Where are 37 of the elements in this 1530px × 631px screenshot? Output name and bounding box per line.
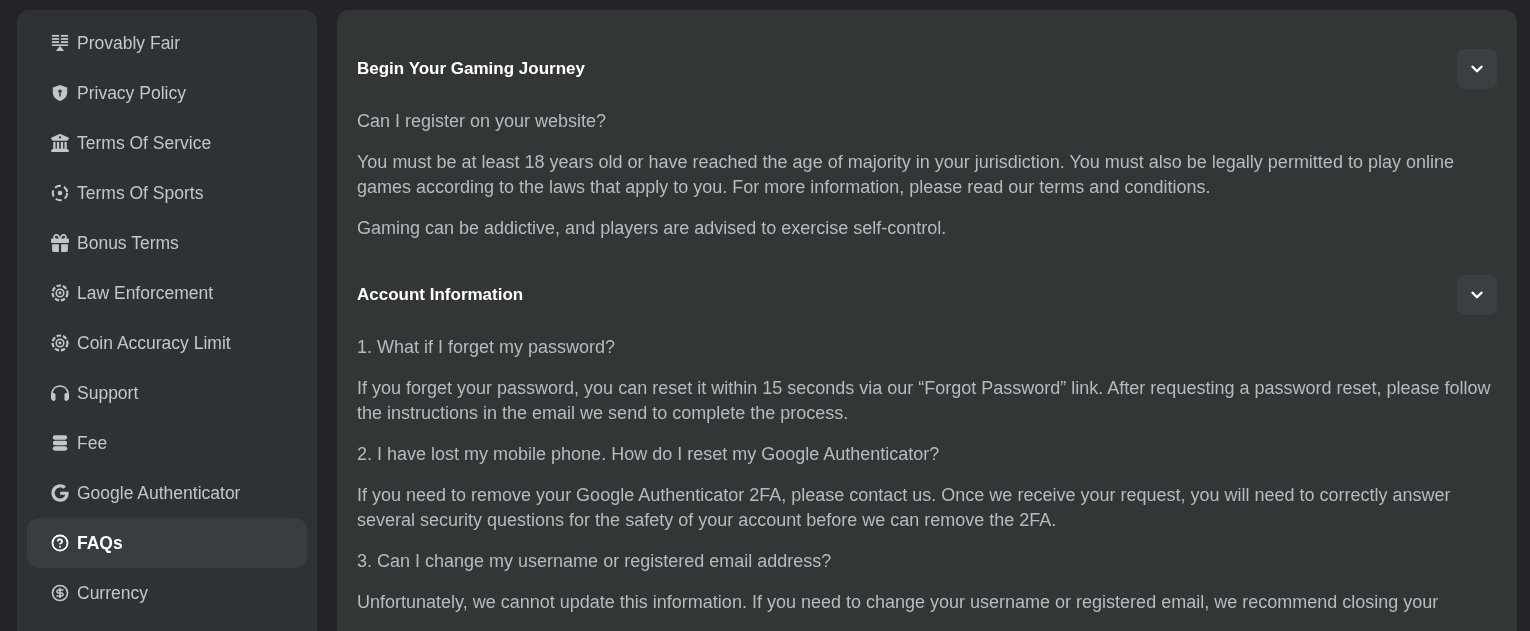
toggle-button[interactable] [1457, 49, 1497, 89]
shield-lock-icon [51, 84, 69, 102]
sidebar-item[interactable]: Currency [27, 568, 307, 618]
gift-icon [51, 234, 69, 252]
faq-text: 3. Can I change my username or registered email address? [357, 550, 833, 573]
faq-text: Can I register on your website? [357, 110, 608, 133]
section-title: Begin Your Gaming Journey [357, 58, 585, 81]
sidebar-item[interactable]: Terms Of Sports [27, 168, 307, 218]
faq-text: 2. I have lost my mobile phone. How do I reset my Google Authenticator? [357, 443, 941, 466]
bank-icon [51, 134, 69, 152]
faq-text: Unfortunately, we cannot update this information. If you need to change your username or registered email, we recommend closing your [357, 591, 1440, 614]
section-title: Account Information [357, 284, 524, 307]
ball-icon [51, 184, 69, 202]
coin-icon [51, 334, 69, 352]
sidebar-item[interactable]: Support [27, 368, 307, 418]
faq-text: If you forget your password, you can reset it within 15 seconds via our “Forgot Password” link. After requesting a password reset, please follow the instructions in the email we send to complete the process. [357, 377, 1492, 425]
coin-icon [51, 284, 69, 302]
sidebar-item[interactable]: FAQs [27, 518, 307, 568]
sidebar-item[interactable]: Terms Of Service [27, 118, 307, 168]
sidebar-item[interactable]: Law Enforcement [27, 268, 307, 318]
toggle-button[interactable] [1457, 275, 1497, 315]
faq-text: Gaming can be addictive, and players are advised to exercise self-control. [357, 217, 948, 240]
sidebar-item[interactable]: Provably Fair [27, 18, 307, 68]
sidebar-item[interactable]: Google Authenticator [27, 468, 307, 518]
sidebar-item[interactable]: Privacy Policy [27, 68, 307, 118]
headphones-icon [51, 384, 69, 402]
board-icon [51, 34, 69, 52]
faq-text: If you need to remove your Google Authenticator 2FA, please contact us. Once we receive your request, you will need to correctly answer several security questions for the safety of your account before we can remove the 2FA. [357, 484, 1452, 532]
faq-text: 1. What if I forget my password? [357, 336, 617, 359]
help-icon [51, 534, 69, 552]
dollar-circle-icon [51, 584, 69, 602]
sidebar-item[interactable]: Bonus Terms [27, 218, 307, 268]
sidebar-item[interactable]: Coin Accuracy Limit [27, 318, 307, 368]
letter-g-icon [51, 484, 69, 502]
coin-stack-icon [51, 434, 69, 452]
faq-text: You must be at least 18 years old or have reached the age of majority in your jurisdiction. You must also be legally permitted to play online games according to the laws that apply to you. For more information, please read our terms and conditions. [357, 151, 1455, 199]
sidebar-item[interactable]: Fee [27, 418, 307, 468]
